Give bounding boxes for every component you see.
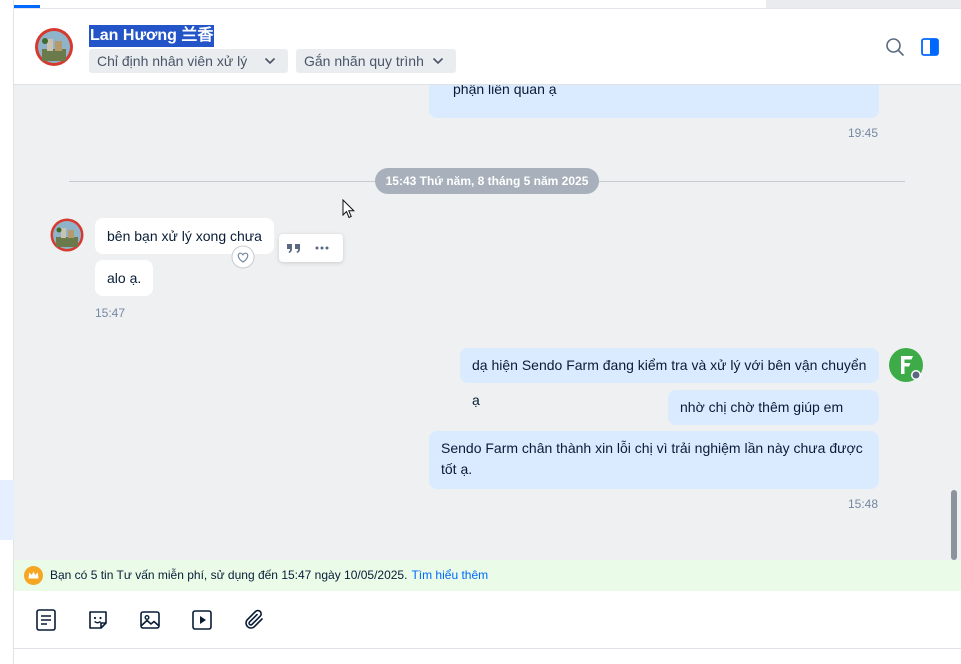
process-label-text: Gắn nhãn quy trình: [304, 53, 424, 69]
crown-icon: [24, 566, 43, 585]
outgoing-message[interactable]: Sendo Farm chân thành xin lỗi chị vì trả…: [429, 431, 879, 489]
chat-window: Lan Hương 兰香 Chỉ định nhân viên xử lý Gắ…: [0, 0, 961, 664]
active-conversation-marker: [0, 480, 14, 540]
mouse-cursor-icon: [342, 199, 356, 219]
assign-staff-label: Chỉ định nhân viên xử lý: [97, 53, 248, 69]
image-icon[interactable]: [138, 608, 162, 632]
assign-staff-dropdown[interactable]: Chỉ định nhân viên xử lý: [89, 49, 288, 73]
message-input-area[interactable]: [14, 649, 961, 664]
conversation-header: Lan Hương 兰香 Chỉ định nhân viên xử lý Gắ…: [14, 9, 961, 85]
banner-message: Bạn có 5 tin Tư vấn miễn phí, sử dụng đế…: [50, 560, 488, 591]
date-separator: 15:43 Thứ năm, 8 tháng 5 năm 2025: [375, 168, 599, 194]
video-icon[interactable]: [190, 608, 214, 632]
outgoing-message[interactable]: phận liên quan ạ: [429, 85, 879, 118]
shop-avatar[interactable]: [889, 348, 923, 382]
message-text: phận liên quan ạ: [453, 85, 557, 97]
free-consult-banner: Bạn có 5 tin Tư vấn miễn phí, sử dụng đế…: [14, 560, 961, 591]
note-icon[interactable]: [34, 608, 58, 632]
sender-avatar[interactable]: [50, 218, 84, 252]
message-time: 15:48: [848, 497, 879, 511]
message-time: 19:45: [848, 126, 879, 140]
tab-indicator: [14, 5, 40, 8]
message-text: Sendo Farm chân thành xin lỗi chị vì trả…: [441, 440, 863, 477]
learn-more-link[interactable]: Tìm hiểu thêm: [411, 568, 488, 582]
search-icon[interactable]: [884, 36, 906, 58]
message-time: 15:47: [95, 306, 126, 320]
quote-icon[interactable]: [285, 239, 303, 257]
scrollbar[interactable]: [951, 490, 957, 560]
message-text: alo ạ.: [107, 270, 142, 286]
more-options-icon[interactable]: [313, 239, 331, 257]
chevron-down-icon: [432, 57, 444, 65]
message-actions: [279, 234, 343, 262]
contact-avatar[interactable]: [34, 27, 74, 67]
message-list: phận liên quan ạ 19:45 15:43 Thứ năm, 8 …: [14, 85, 961, 560]
banner-text: Bạn có 5 tin Tư vấn miễn phí, sử dụng đế…: [50, 568, 408, 582]
message-text: bên bạn xử lý xong chưa: [107, 228, 262, 244]
attachment-icon[interactable]: [242, 608, 266, 632]
sticker-icon[interactable]: [86, 608, 110, 632]
process-label-dropdown[interactable]: Gắn nhãn quy trình: [296, 49, 456, 73]
sidebar-toggle-icon[interactable]: [919, 36, 941, 58]
outgoing-message[interactable]: dạ hiện Sendo Farm đang kiểm tra và xử l…: [460, 348, 879, 408]
outgoing-message[interactable]: nhờ chị chờ thêm giúp em nhé: [668, 390, 879, 450]
top-bar-edge: [14, 0, 961, 9]
contact-name[interactable]: Lan Hương 兰香: [89, 25, 215, 47]
chevron-down-icon: [264, 57, 276, 65]
incoming-message[interactable]: alo ạ.: [95, 260, 154, 296]
heart-icon[interactable]: [231, 245, 255, 269]
overlay-edge: [766, 0, 961, 8]
conversation-list-edge: [0, 0, 14, 664]
composer-toolbar: [14, 591, 961, 649]
